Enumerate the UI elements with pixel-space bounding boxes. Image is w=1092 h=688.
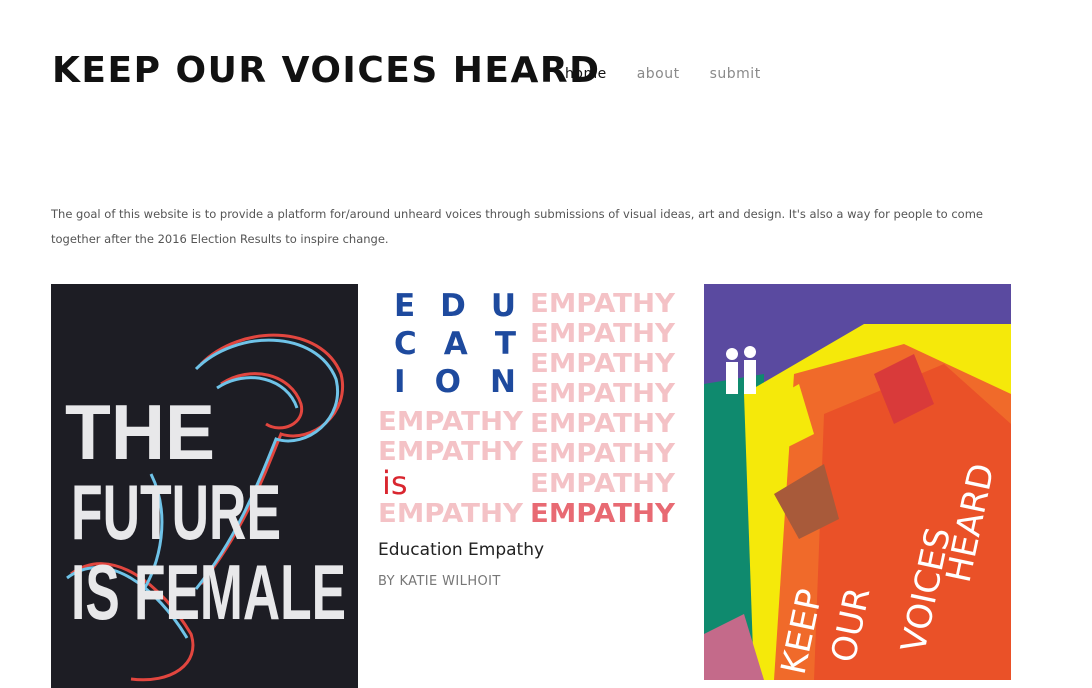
gallery-item-education-empathy[interactable]: E D U C A T I O N EMPATHY EMPATHY EMPATHY E…	[358, 284, 704, 688]
gallery-item-author: BY KATIE WILHOIT	[378, 574, 501, 589]
empathy-word-left-1: EMPATHY	[378, 407, 524, 437]
nav-submit-link[interactable]: submit	[710, 66, 761, 82]
nav-home-link[interactable]: home	[565, 66, 607, 82]
intro-text: The goal of this website is to provide a…	[51, 207, 983, 246]
gallery-item-keep-our-voices-heard[interactable]: KEEP OUR VOICES HEARD	[704, 284, 1011, 680]
empathy-word-right-1: EMPATHY	[530, 289, 676, 319]
empathy-word-right-3: EMPATHY	[530, 349, 676, 379]
future-is-female-artwork: THE FUTURE IS FEMALE	[51, 284, 358, 688]
is-word: is	[382, 464, 408, 502]
empathy-word-left-2: EMPATHY	[378, 437, 524, 467]
site-title[interactable]: KEEP OUR VOICES HEARD	[52, 50, 600, 91]
poster-line-1: THE	[65, 388, 215, 476]
main-nav: home about submit	[565, 66, 761, 82]
poster-line-3: IS FEMALE	[71, 548, 346, 636]
edu-line-1: E D U	[394, 288, 516, 324]
gallery-item-title[interactable]: Education Empathy	[378, 540, 544, 560]
edu-line-2: C A T	[394, 326, 516, 362]
keep-our-voices-heard-artwork: KEEP OUR VOICES HEARD	[704, 284, 1011, 680]
empathy-word-right-4: EMPATHY	[530, 379, 676, 409]
empathy-word-right-2: EMPATHY	[530, 319, 676, 349]
poster-line-2: FUTURE	[71, 468, 281, 556]
empathy-word-right-7: EMPATHY	[530, 469, 676, 499]
empathy-word-right-8: EMPATHY	[530, 499, 676, 529]
empathy-word-right-5: EMPATHY	[530, 409, 676, 439]
empathy-word-right-6: EMPATHY	[530, 439, 676, 469]
gallery-item-future-is-female[interactable]: THE FUTURE IS FEMALE	[51, 284, 358, 688]
education-empathy-artwork: E D U C A T I O N EMPATHYEMPATHYEMPATHYE…	[358, 284, 704, 534]
empathy-word-left-3: EMPATHY	[378, 499, 524, 529]
nav-about-link[interactable]: about	[637, 66, 680, 82]
